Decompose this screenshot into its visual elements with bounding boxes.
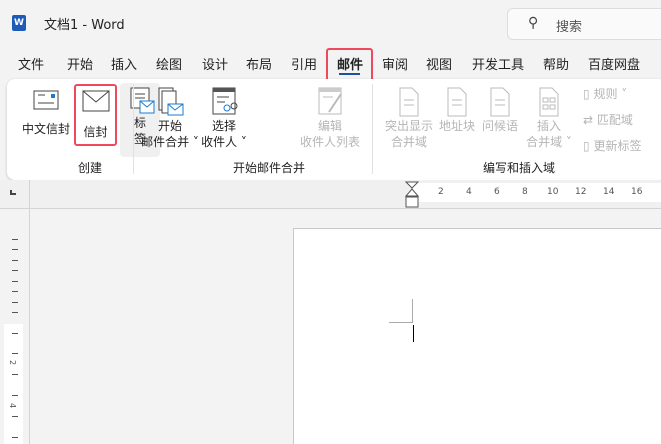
tab-references[interactable]: 引用 <box>291 54 317 73</box>
tab-design[interactable]: 设计 <box>202 54 228 73</box>
ruler-tick <box>12 270 18 271</box>
envelope-button[interactable]: 信封 <box>74 84 117 146</box>
ruler-number: 6 <box>494 187 500 197</box>
insert-merge-field-label-2: 合并域 ˅ <box>526 135 572 149</box>
document-page[interactable] <box>293 228 661 444</box>
tab-file[interactable]: 文件 <box>18 54 44 73</box>
vertical-ruler-border <box>29 180 30 444</box>
tab-insert[interactable]: 插入 <box>111 54 137 73</box>
mail-merge-icon <box>158 87 184 116</box>
ruler-tick <box>12 312 18 313</box>
ruler-tick <box>12 239 18 240</box>
tab-layout[interactable]: 布局 <box>246 54 272 73</box>
ruler-tick <box>12 374 18 375</box>
start-mail-merge-label-1: 开始 <box>157 119 182 133</box>
tab-baidu-netdisk[interactable]: 百度网盘 <box>588 54 640 73</box>
group-separator <box>372 84 373 174</box>
select-recipients-button[interactable]: 选择 收件人 ˅ <box>195 86 253 150</box>
document-icon <box>447 87 467 117</box>
group-start-mail-merge-label: 开始邮件合并 <box>233 161 306 175</box>
envelope-label: 信封 <box>83 125 108 139</box>
insert-merge-field-button[interactable]: 插入 合并域 ˅ <box>522 86 576 150</box>
group-separator <box>133 84 134 174</box>
update-labels-button[interactable]: ▯ 更新标签 <box>583 138 641 154</box>
search-box[interactable]: ⚲ 搜索 <box>507 8 661 40</box>
greeting-line-label: 问候语 <box>481 119 518 133</box>
ruler-number: 16 <box>631 187 643 197</box>
insert-field-icon <box>539 87 559 117</box>
active-tab-underline <box>339 73 360 75</box>
select-recipients-label-2: 收件人 ˅ <box>201 135 247 149</box>
insert-merge-field-label-1: 插入 <box>536 119 561 133</box>
word-logo-icon: W <box>12 15 26 31</box>
greeting-line-button[interactable]: 问候语 <box>480 86 520 134</box>
search-placeholder: 搜索 <box>556 20 583 35</box>
tab-mailings[interactable]: 邮件 <box>337 54 363 73</box>
rules-icon: ▯ <box>583 87 590 101</box>
envelope-icon <box>82 90 109 112</box>
update-labels-icon: ▯ <box>583 139 590 153</box>
address-block-button[interactable]: 地址块 <box>437 86 477 134</box>
tab-developer[interactable]: 开发工具 <box>472 54 524 73</box>
tab-help[interactable]: 帮助 <box>543 54 569 73</box>
ruler-number: 12 <box>575 187 587 197</box>
start-mail-merge-label-2: 邮件合并 ˅ <box>141 135 199 149</box>
edit-recipient-list-label-2: 收件人列表 <box>299 135 360 149</box>
ruler-tick <box>12 281 18 282</box>
tab-review[interactable]: 审阅 <box>382 54 408 73</box>
chinese-envelope-icon <box>33 90 59 110</box>
group-create-label: 创建 <box>78 161 103 175</box>
ruler-number: 2 <box>438 187 444 197</box>
ruler-tick <box>12 416 18 417</box>
tab-view[interactable]: 视图 <box>426 54 452 73</box>
chinese-envelope-label: 中文信封 <box>21 122 70 136</box>
ruler-number: 4 <box>8 402 18 409</box>
vertical-ruler[interactable] <box>4 324 23 444</box>
document-title: 文档1 - Word <box>44 18 125 33</box>
ruler-tick <box>12 395 18 396</box>
start-mail-merge-button[interactable]: 开始 邮件合并 ˅ <box>140 86 200 150</box>
horizontal-ruler[interactable] <box>413 183 661 202</box>
ruler-number: 10 <box>547 187 559 197</box>
ruler-tick <box>12 437 18 438</box>
ruler-tick <box>12 249 18 250</box>
match-fields-icon: ⇄ <box>583 113 594 127</box>
tab-draw[interactable]: 绘图 <box>156 54 182 73</box>
margin-corner-mark <box>389 299 413 323</box>
select-recipients-label-1: 选择 <box>211 119 236 133</box>
ruler-number: 4 <box>466 187 472 197</box>
ruler-tick <box>12 353 18 354</box>
text-cursor <box>413 325 414 342</box>
tab-home[interactable]: 开始 <box>67 54 93 73</box>
ruler-tick <box>12 333 18 334</box>
highlight-merge-fields-button[interactable]: 突出显示 合并域 <box>378 86 440 150</box>
match-fields-button[interactable]: ⇄ 匹配域 <box>583 112 633 128</box>
rules-button[interactable]: ▯ 规则 ˅ <box>583 86 627 102</box>
document-icon <box>399 87 419 117</box>
tab-stop-selector-icon[interactable] <box>10 190 16 195</box>
highlight-label-1: 突出显示 <box>384 119 433 133</box>
select-recipients-icon <box>212 87 238 115</box>
indent-marker-icon[interactable] <box>405 181 421 210</box>
ruler-number: 8 <box>522 187 528 197</box>
ruler-number: 2 <box>8 359 18 366</box>
address-block-label: 地址块 <box>438 119 475 133</box>
edit-recipient-list-button[interactable]: 编辑 收件人列表 <box>298 86 362 150</box>
highlight-label-2: 合并域 <box>390 135 427 149</box>
document-icon <box>490 87 510 117</box>
ruler-number: 14 <box>603 187 615 197</box>
group-write-insert-fields-label: 编写和插入域 <box>483 161 556 175</box>
ruler-tick <box>12 260 18 261</box>
ruler-tick <box>12 291 18 292</box>
edit-list-icon <box>318 87 342 115</box>
chinese-envelope-button[interactable]: 中文信封 <box>18 88 74 137</box>
ruler-tick <box>12 302 18 303</box>
edit-recipient-list-label-1: 编辑 <box>317 119 342 133</box>
search-icon: ⚲ <box>528 15 539 31</box>
